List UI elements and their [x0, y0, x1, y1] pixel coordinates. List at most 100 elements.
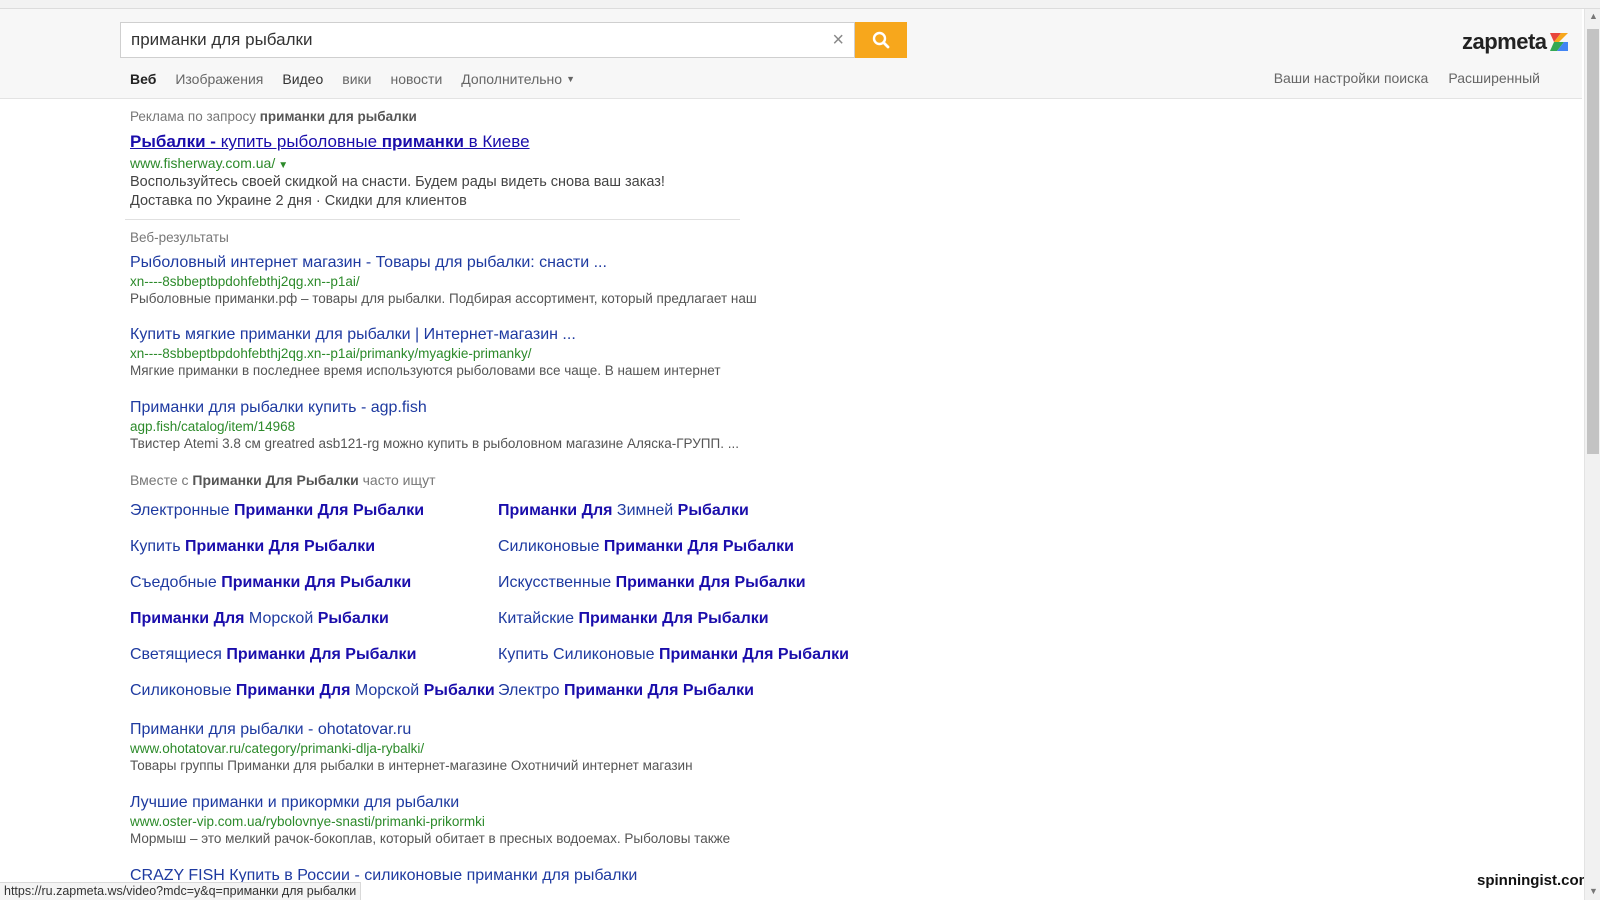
related-text: Морской — [244, 610, 318, 627]
related-search-link[interactable]: Силиконовые Приманки Для Рыбалки — [498, 538, 794, 556]
ad-url[interactable]: www.fisherway.com.ua/▼ — [130, 155, 288, 171]
related-bold: Приманки Для — [130, 610, 245, 627]
related-search-link[interactable]: Купить Силиконовые Приманки Для Рыбалки — [498, 646, 849, 664]
related-bold: Приманки Для Рыбалки — [603, 538, 794, 555]
related-search-link[interactable]: Искусственные Приманки Для Рыбалки — [498, 574, 806, 592]
related-search-link[interactable]: Приманки Для Морской Рыбалки — [130, 610, 389, 628]
related-search-link[interactable]: Китайские Приманки Для Рыбалки — [498, 610, 769, 628]
search-icon — [872, 31, 890, 49]
web-results-label: Веб-результаты — [130, 230, 229, 245]
nav-more-dropdown[interactable]: Дополнительно ▼ — [461, 70, 575, 88]
ad-divider — [125, 219, 740, 220]
related-label-prefix: Вместе с — [130, 472, 189, 488]
related-search-link[interactable]: Светящиеся Приманки Для Рыбалки — [130, 646, 416, 664]
related-text: Купить Силиконовые — [498, 646, 659, 663]
ad-label-prefix: Реклама по запросу — [130, 109, 256, 124]
result-title-link[interactable]: Приманки для рыбалки - ohotatovar.ru — [130, 720, 693, 740]
related-text: Морской — [350, 682, 424, 699]
ad-label-query: приманки для рыбалки — [259, 109, 417, 124]
search-box[interactable]: × — [120, 22, 855, 58]
search-result: Приманки для рыбалки - ohotatovar.ru www… — [130, 720, 693, 774]
browser-status-bar: https://ru.zapmeta.ws/video?mdc=y&q=прим… — [0, 882, 362, 900]
result-snippet: Товары группы Приманки для рыбалки в инт… — [130, 758, 693, 773]
result-url: xn----8sbbeptbpdohfebthj2qg.xn--p1ai/ — [130, 274, 360, 289]
ad-description-2: Доставка по Украине 2 дня · Скидки для к… — [130, 193, 467, 209]
search-input[interactable] — [121, 30, 801, 50]
result-url: www.oster-vip.com.ua/rybolovnye-snasti/p… — [130, 814, 485, 829]
result-title-link[interactable]: Купить мягкие приманки для рыбалки | Инт… — [130, 325, 721, 345]
related-text: Светящиеся — [130, 646, 227, 663]
result-url: xn----8sbbeptbpdohfebthj2qg.xn--p1ai/pri… — [130, 346, 532, 361]
logo-text: zapmeta — [1462, 29, 1547, 54]
ad-title-part1: Рыбалки - — [130, 132, 216, 151]
ad-description-1: Воспользуйтесь своей скидкой на снасти. … — [130, 174, 665, 190]
ad-title-part4: в Киеве — [463, 132, 530, 151]
related-search-link[interactable]: Силиконовые Приманки Для Морской Рыбалки — [130, 682, 495, 700]
clear-search-button[interactable]: × — [832, 28, 844, 52]
related-searches-label: Вместе с Приманки Для Рыбалки часто ищут — [130, 472, 436, 488]
ad-title-part3: приманки — [381, 132, 464, 151]
results-content: Реклама по запросу приманки для рыбалки … — [125, 108, 849, 884]
related-text: Электро — [498, 682, 564, 699]
ad-url-text: www.fisherway.com.ua/ — [130, 155, 276, 171]
result-title-link[interactable]: Рыболовный интернет магазин - Товары для… — [130, 253, 757, 273]
vertical-scrollbar[interactable]: ▲ ▼ — [1584, 9, 1600, 900]
related-search-link[interactable]: Съедобные Приманки Для Рыбалки — [130, 574, 411, 592]
related-bold: Приманки Для Рыбалки — [563, 682, 755, 699]
nav-web[interactable]: Веб — [130, 70, 156, 88]
related-text: Съедобные — [130, 574, 222, 591]
result-snippet: Мормыш – это мелкий рачок-бокоплав, кото… — [130, 831, 731, 846]
related-search-link[interactable]: Приманки Для Зимней Рыбалки — [498, 502, 749, 520]
related-bold: Приманки Для Рыбалки — [234, 502, 425, 519]
related-search-link[interactable]: Электронные Приманки Для Рыбалки — [130, 502, 424, 520]
search-result: Лучшие приманки и прикормки для рыбалки … — [130, 793, 730, 847]
result-snippet: Рыболовные приманки.рф – товары для рыба… — [130, 291, 757, 306]
nav-wiki[interactable]: вики — [342, 70, 371, 88]
search-result: Приманки для рыбалки купить - agp.fish a… — [130, 398, 739, 452]
related-label-suffix: часто ищут — [362, 472, 436, 488]
search-nav: Веб Изображения Видео вики новости Допол… — [130, 70, 594, 88]
ad-label: Реклама по запросу приманки для рыбалки — [130, 108, 830, 126]
search-button[interactable] — [855, 22, 907, 58]
scroll-down-arrow-icon[interactable]: ▼ — [1589, 886, 1598, 896]
result-title-link[interactable]: Лучшие приманки и прикормки для рыбалки — [130, 793, 730, 813]
related-bold: Приманки Для — [235, 682, 351, 699]
nav-images[interactable]: Изображения — [175, 70, 263, 88]
dropdown-triangle-icon[interactable]: ▼ — [278, 160, 288, 171]
scrollbar-thumb[interactable] — [1587, 29, 1599, 454]
search-result: Купить мягкие приманки для рыбалки | Инт… — [130, 325, 721, 379]
logo-mark-icon — [1549, 33, 1568, 51]
watermark: spinningist.com — [1476, 872, 1592, 889]
advanced-search-link[interactable]: Расширенный — [1448, 70, 1540, 86]
related-bold: Приманки Для Рыбалки — [185, 538, 376, 555]
result-title-link[interactable]: Приманки для рыбалки купить - agp.fish — [130, 398, 739, 418]
zapmeta-logo[interactable]: zapmeta — [1462, 29, 1568, 55]
nav-news[interactable]: новости — [390, 70, 442, 88]
related-bold: Приманки Для — [498, 502, 613, 519]
chevron-down-icon: ▼ — [566, 74, 575, 84]
related-bold: Рыбалки — [677, 502, 749, 519]
search-settings-link[interactable]: Ваши настройки поиска — [1274, 70, 1429, 86]
related-text: Купить — [130, 538, 186, 555]
related-bold: Приманки Для Рыбалки — [226, 646, 417, 663]
related-text: Силиконовые — [130, 682, 236, 699]
result-url: agp.fish/catalog/item/14968 — [130, 419, 296, 434]
result-snippet: Твистер Atemi 3.8 см greatred asb121-rg … — [130, 436, 739, 451]
related-text: Силиконовые — [498, 538, 604, 555]
related-search-link[interactable]: Купить Приманки Для Рыбалки — [130, 538, 375, 556]
related-bold: Приманки Для Рыбалки — [615, 574, 806, 591]
related-bold: Приманки Для Рыбалки — [578, 610, 769, 627]
related-text: Электронные — [130, 502, 235, 519]
related-search-link[interactable]: Электро Приманки Для Рыбалки — [498, 682, 754, 700]
search-settings-links: Ваши настройки поиска Расширенный — [1274, 70, 1540, 86]
scroll-up-arrow-icon[interactable]: ▲ — [1589, 11, 1598, 21]
related-text: Искусственные — [498, 574, 616, 591]
related-bold: Приманки Для Рыбалки — [658, 646, 850, 663]
related-label-bold: Приманки Для Рыбалки — [192, 472, 359, 488]
nav-more-label: Дополнительно — [461, 71, 563, 87]
header: × zapmeta Веб Изображения Видео вики нов… — [0, 9, 1582, 99]
result-snippet: Мягкие приманки в последнее время исполь… — [130, 363, 721, 378]
nav-video[interactable]: Видео — [282, 70, 323, 88]
related-bold: Приманки Для Рыбалки — [221, 574, 412, 591]
ad-title-link[interactable]: Рыбалки - купить рыболовные приманки в К… — [130, 132, 530, 152]
